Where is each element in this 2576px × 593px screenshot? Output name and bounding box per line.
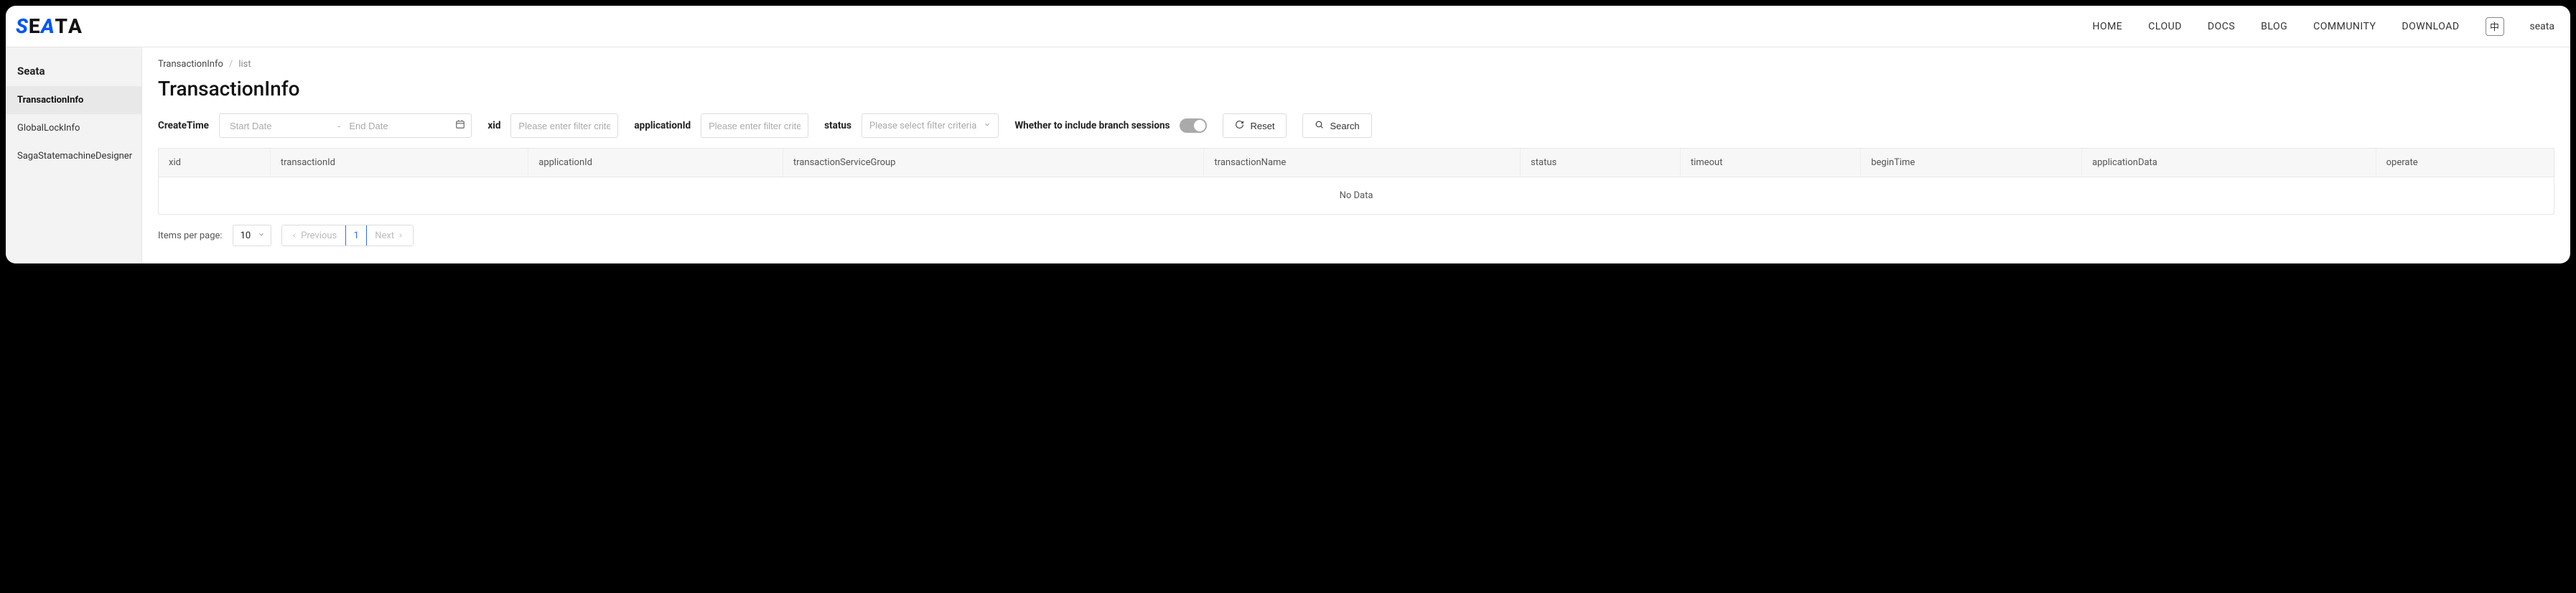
previous-label: Previous	[301, 230, 337, 241]
sidebar-item-globallockinfo[interactable]: GlobalLockInfo	[6, 114, 141, 142]
col-transactionservicegroup: transactionServiceGroup	[783, 149, 1204, 177]
reset-button-label: Reset	[1250, 121, 1274, 131]
language-toggle[interactable]: 中	[2486, 17, 2504, 36]
nav-community[interactable]: COMMUNITY	[2313, 21, 2376, 32]
chevron-right-icon	[397, 232, 404, 239]
sidebar-item-sagastatemachinedesigner[interactable]: SagaStatemachineDesigner	[6, 142, 141, 170]
end-date-input[interactable]	[345, 121, 452, 131]
filter-xid-label: xid	[487, 120, 500, 131]
sidebar: Seata TransactionInfo GlobalLockInfo Sag…	[6, 47, 142, 263]
col-applicationdata: applicationData	[2082, 149, 2376, 177]
no-data-row: No Data	[159, 177, 2554, 215]
filter-applicationid-label: applicationId	[634, 120, 691, 131]
breadcrumb-leaf: list	[238, 59, 251, 70]
filter-status-label: status	[824, 120, 851, 131]
filter-applicationid: applicationId	[634, 113, 808, 138]
filter-status: status Please select filter criteria	[824, 113, 999, 138]
col-begintime: beginTime	[1861, 149, 2082, 177]
date-range-input[interactable]: -	[219, 113, 472, 138]
table-wrap: xid transactionId applicationId transact…	[158, 148, 2554, 215]
reset-icon	[1235, 120, 1244, 131]
data-table: xid transactionId applicationId transact…	[159, 149, 2554, 214]
filter-branch-sessions: Whether to include branch sessions	[1014, 118, 1207, 133]
sidebar-title: Seata	[6, 55, 141, 86]
nav-home[interactable]: HOME	[2092, 21, 2122, 32]
start-date-input[interactable]	[225, 121, 333, 131]
items-per-page-value: 10	[241, 230, 251, 241]
page-number[interactable]: 1	[345, 225, 367, 246]
calendar-icon[interactable]	[452, 119, 465, 132]
chevron-down-icon	[258, 230, 265, 241]
body: Seata TransactionInfo GlobalLockInfo Sag…	[6, 47, 2570, 263]
col-operate: operate	[2376, 149, 2554, 177]
search-icon	[1315, 120, 1324, 131]
items-per-page-select[interactable]: 10	[233, 225, 272, 246]
breadcrumb-separator: /	[229, 59, 233, 70]
filter-branch-label: Whether to include branch sessions	[1014, 120, 1170, 131]
chevron-down-icon	[984, 121, 991, 131]
topbar: SEATA HOME CLOUD DOCS BLOG COMMUNITY DOW…	[6, 6, 2570, 47]
breadcrumb: TransactionInfo / list	[158, 59, 2554, 70]
col-applicationid: applicationId	[528, 149, 783, 177]
xid-input[interactable]	[510, 113, 618, 138]
user-name[interactable]: seata	[2530, 21, 2554, 32]
pagination: Items per page: 10 Previous 1 Next	[158, 225, 2554, 246]
items-per-page-label: Items per page:	[158, 230, 223, 241]
breadcrumb-root[interactable]: TransactionInfo	[158, 59, 223, 70]
col-timeout: timeout	[1680, 149, 1860, 177]
nav-blog[interactable]: BLOG	[2261, 21, 2287, 32]
top-nav: HOME CLOUD DOCS BLOG COMMUNITY DOWNLOAD …	[2092, 17, 2554, 36]
pager: Previous 1 Next	[281, 225, 414, 246]
sidebar-item-transactioninfo[interactable]: TransactionInfo	[6, 86, 141, 114]
nav-download[interactable]: DOWNLOAD	[2402, 21, 2459, 32]
branch-sessions-toggle[interactable]	[1180, 118, 1207, 133]
col-status: status	[1521, 149, 1681, 177]
status-select-placeholder: Please select filter criteria	[869, 121, 976, 131]
filter-createtime-label: CreateTime	[158, 120, 209, 131]
nav-cloud[interactable]: CLOUD	[2148, 21, 2182, 32]
col-transactionid: transactionId	[270, 149, 528, 177]
filter-xid: xid	[487, 113, 618, 138]
col-transactionname: transactionName	[1204, 149, 1521, 177]
filter-createtime: CreateTime -	[158, 113, 472, 138]
applicationid-input[interactable]	[701, 113, 808, 138]
previous-button[interactable]: Previous	[282, 225, 346, 246]
next-button[interactable]: Next	[366, 225, 413, 246]
reset-button[interactable]: Reset	[1223, 113, 1287, 138]
filter-bar: CreateTime - xid applicationId	[158, 113, 2554, 138]
search-button[interactable]: Search	[1302, 113, 1371, 138]
no-data-cell: No Data	[159, 177, 2554, 215]
status-select[interactable]: Please select filter criteria	[862, 113, 999, 138]
chevron-left-icon	[291, 232, 298, 239]
brand-logo[interactable]: SEATA	[16, 14, 83, 38]
main-content: TransactionInfo / list TransactionInfo C…	[142, 47, 2570, 263]
table-header-row: xid transactionId applicationId transact…	[159, 149, 2554, 177]
next-label: Next	[375, 230, 394, 241]
date-range-dash: -	[333, 119, 345, 133]
app-window: SEATA HOME CLOUD DOCS BLOG COMMUNITY DOW…	[6, 6, 2570, 263]
col-xid: xid	[159, 149, 270, 177]
search-button-label: Search	[1330, 121, 1359, 131]
page-title: TransactionInfo	[158, 77, 2554, 101]
nav-docs[interactable]: DOCS	[2208, 21, 2235, 32]
